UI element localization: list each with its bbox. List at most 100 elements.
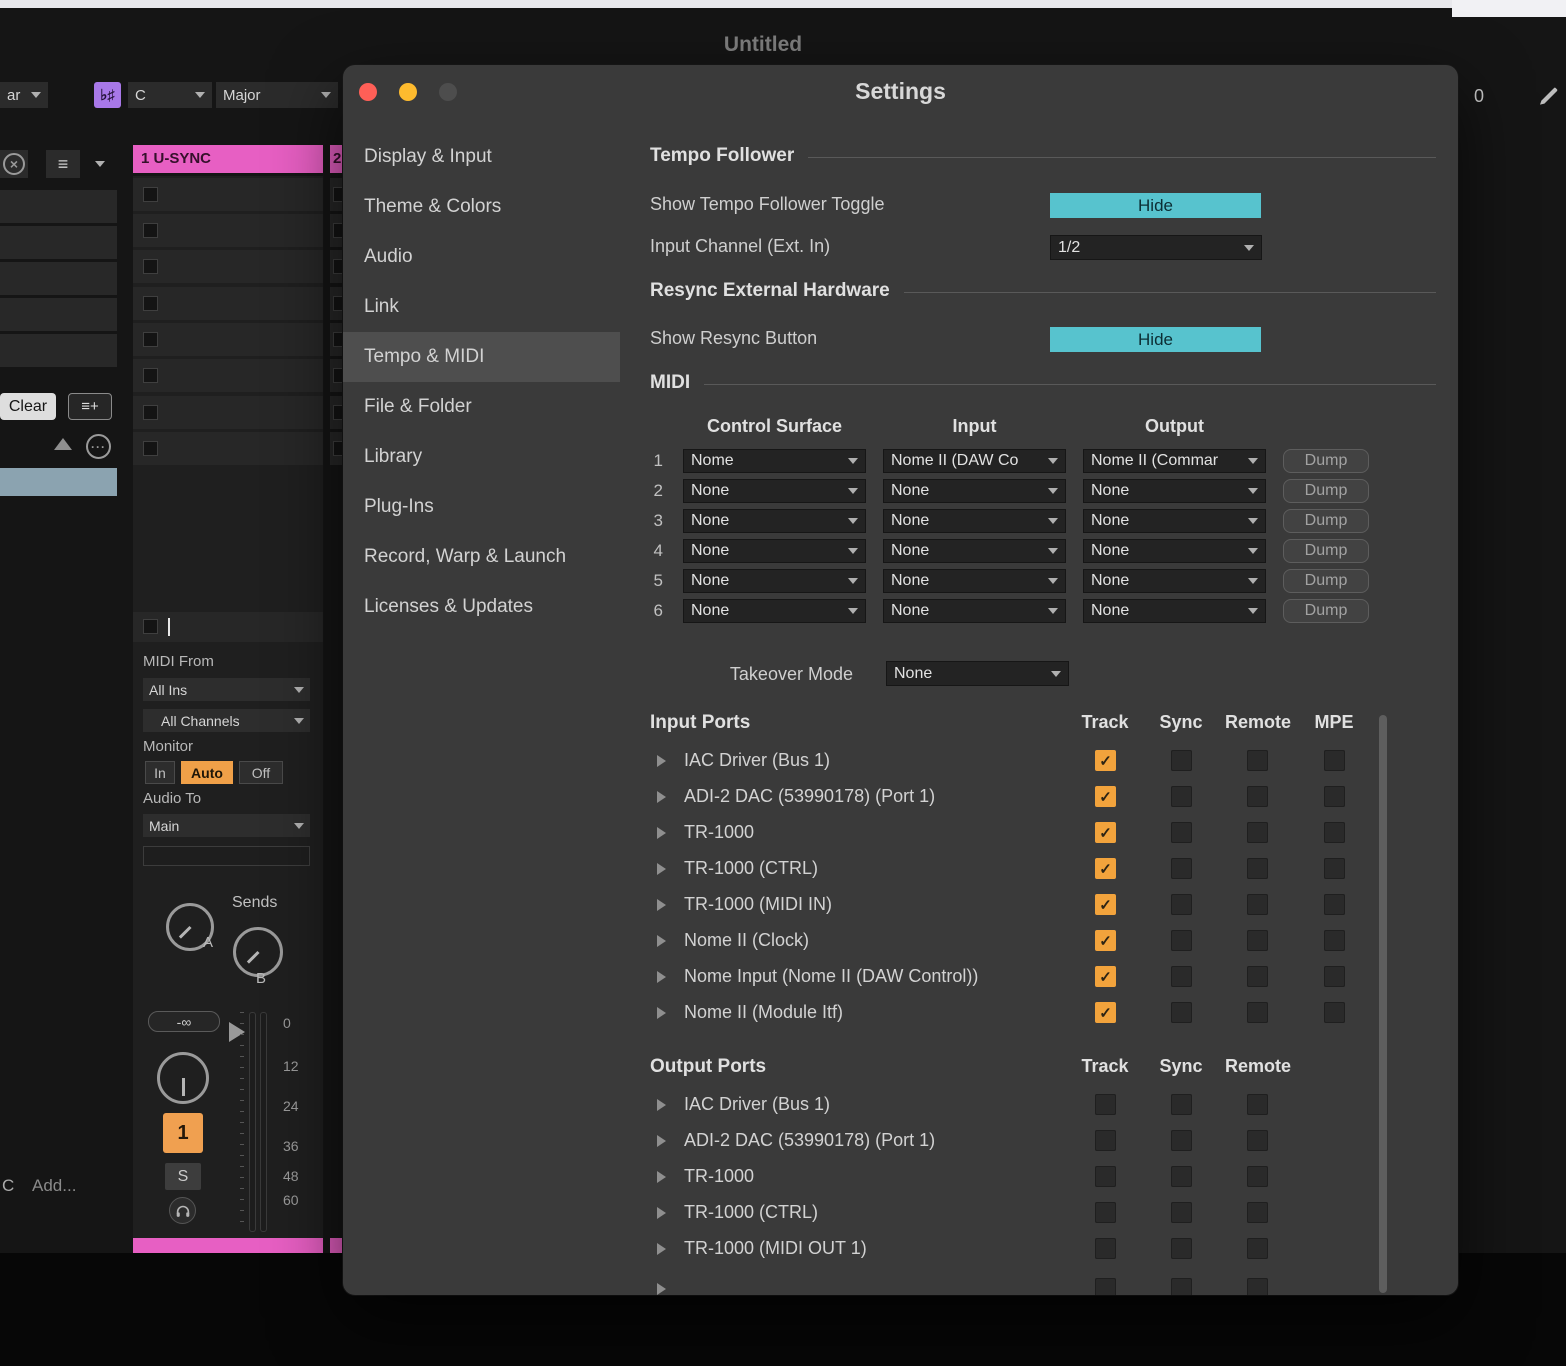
clip-slot[interactable] (133, 214, 323, 247)
expand-triangle-icon[interactable] (657, 791, 666, 803)
midi-from-selector[interactable]: All Ins (143, 678, 310, 701)
scene-slot[interactable] (0, 334, 117, 367)
triangle-up-icon[interactable] (54, 438, 72, 450)
midi-input-select[interactable]: None (883, 479, 1066, 503)
control-surface-select[interactable]: None (683, 569, 866, 593)
expand-triangle-icon[interactable] (657, 1283, 666, 1295)
sidebar-item-audio[interactable]: Audio (343, 232, 620, 282)
control-surface-select[interactable]: Nome (683, 449, 866, 473)
control-surface-select[interactable]: None (683, 479, 866, 503)
scene-slot[interactable] (0, 190, 117, 223)
clip-slot[interactable] (330, 359, 343, 392)
control-surface-select[interactable]: None (683, 539, 866, 563)
add-track-label[interactable]: Add... (32, 1176, 76, 1196)
midi-output-select[interactable]: None (1083, 509, 1266, 533)
midi-channel-selector[interactable]: All Channels (143, 709, 310, 732)
clip-slot[interactable] (133, 323, 323, 356)
track-checkbox[interactable] (1095, 750, 1116, 771)
scale-selector[interactable]: Major (216, 82, 338, 108)
clip-slot[interactable] (330, 214, 343, 247)
track-checkbox[interactable] (1095, 966, 1116, 987)
midi-input-select[interactable]: None (883, 509, 1066, 533)
clip-slot[interactable] (133, 287, 323, 320)
overflow-menu-button[interactable]: ··· (86, 434, 111, 459)
sync-checkbox[interactable] (1171, 858, 1192, 879)
expand-triangle-icon[interactable] (657, 971, 666, 983)
remote-checkbox[interactable] (1247, 966, 1268, 987)
sort-filter-button[interactable]: ≡ (46, 150, 80, 178)
mpe-checkbox[interactable] (1324, 894, 1345, 915)
solo-button[interactable]: S (165, 1163, 201, 1190)
sync-checkbox[interactable] (1171, 1238, 1192, 1259)
clip-slot[interactable] (330, 396, 343, 429)
remote-checkbox[interactable] (1247, 822, 1268, 843)
sync-checkbox[interactable] (1171, 1094, 1192, 1115)
clip-slot[interactable] (133, 432, 323, 465)
dump-button[interactable]: Dump (1283, 449, 1369, 473)
track-checkbox[interactable] (1095, 1094, 1116, 1115)
audio-to-selector[interactable]: Main (143, 814, 310, 837)
monitor-auto-button[interactable]: Auto (181, 761, 233, 784)
expand-triangle-icon[interactable] (657, 935, 666, 947)
sync-checkbox[interactable] (1171, 1166, 1192, 1187)
clip-slot[interactable] (133, 396, 323, 429)
root-note-selector[interactable]: C (128, 82, 212, 108)
midi-output-select[interactable]: None (1083, 479, 1266, 503)
track-checkbox[interactable] (1095, 930, 1116, 951)
sync-checkbox[interactable] (1171, 1202, 1192, 1223)
selected-scene-row[interactable] (0, 468, 117, 496)
clip-slot[interactable] (133, 178, 323, 211)
sync-checkbox[interactable] (1171, 1278, 1192, 1295)
sidebar-item-theme-colors[interactable]: Theme & Colors (343, 182, 620, 232)
clip-slot[interactable] (330, 178, 343, 211)
midi-output-select[interactable]: None (1083, 599, 1266, 623)
mpe-checkbox[interactable] (1324, 966, 1345, 987)
dump-button[interactable]: Dump (1283, 539, 1369, 563)
track-checkbox[interactable] (1095, 1166, 1116, 1187)
track-checkbox[interactable] (1095, 1002, 1116, 1023)
dump-button[interactable]: Dump (1283, 569, 1369, 593)
clip-slot[interactable] (133, 359, 323, 392)
expand-triangle-icon[interactable] (657, 827, 666, 839)
bar-length-selector[interactable]: ar (0, 82, 48, 108)
remote-checkbox[interactable] (1247, 1202, 1268, 1223)
sidebar-item-display-input[interactable]: Display & Input (343, 132, 620, 182)
remote-checkbox[interactable] (1247, 750, 1268, 771)
midi-input-select[interactable]: None (883, 569, 1066, 593)
minus-infinity-button[interactable]: -∞ (148, 1011, 220, 1032)
track-checkbox[interactable] (1095, 858, 1116, 879)
dump-button[interactable]: Dump (1283, 599, 1369, 623)
sidebar-item-link[interactable]: Link (343, 282, 620, 332)
track2-header[interactable]: 2 (330, 145, 343, 173)
remote-checkbox[interactable] (1247, 1166, 1268, 1187)
track-checkbox[interactable] (1095, 1278, 1116, 1295)
remote-checkbox[interactable] (1247, 1094, 1268, 1115)
mpe-checkbox[interactable] (1324, 750, 1345, 771)
sync-checkbox[interactable] (1171, 930, 1192, 951)
remote-checkbox[interactable] (1247, 894, 1268, 915)
input-channel-select[interactable]: 1/2 (1050, 235, 1262, 260)
midi-output-select[interactable]: None (1083, 539, 1266, 563)
monitor-off-button[interactable]: Off (239, 761, 283, 784)
sync-checkbox[interactable] (1171, 822, 1192, 843)
mpe-checkbox[interactable] (1324, 1002, 1345, 1023)
monitor-in-button[interactable]: In (145, 761, 175, 784)
remote-checkbox[interactable] (1247, 1238, 1268, 1259)
add-scene-button[interactable]: ≡+ (68, 393, 112, 420)
midi-input-select[interactable]: None (883, 539, 1066, 563)
midi-output-select[interactable]: None (1083, 569, 1266, 593)
track-checkbox[interactable] (1095, 1238, 1116, 1259)
clip-name-input-slot[interactable] (133, 612, 323, 642)
draw-mode-button[interactable] (1536, 84, 1562, 108)
track-checkbox[interactable] (1095, 894, 1116, 915)
remote-checkbox[interactable] (1247, 858, 1268, 879)
track-checkbox[interactable] (1095, 822, 1116, 843)
stop-all-clips-button[interactable]: × (0, 150, 28, 178)
tempo-follower-hide-button[interactable]: Hide (1050, 193, 1261, 218)
mpe-checkbox[interactable] (1324, 858, 1345, 879)
sidebar-item-tempo-midi[interactable]: Tempo & MIDI (343, 332, 620, 382)
control-surface-select[interactable]: None (683, 509, 866, 533)
expand-triangle-icon[interactable] (657, 1135, 666, 1147)
scene-slot[interactable] (0, 226, 117, 259)
clip-slot[interactable] (330, 432, 343, 465)
